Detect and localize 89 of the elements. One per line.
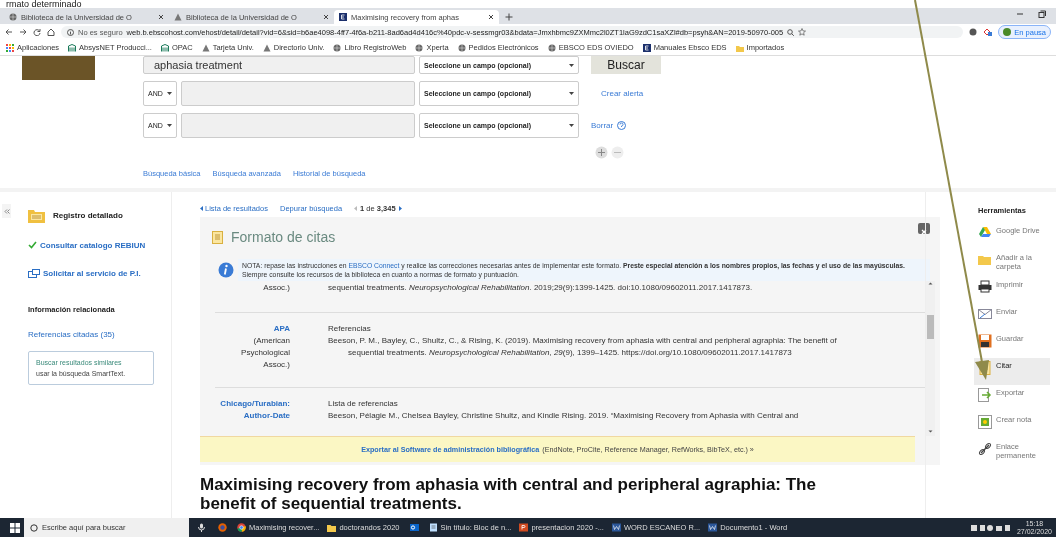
scroll-down-icon[interactable] xyxy=(927,429,934,434)
scroll-up-icon[interactable] xyxy=(927,281,934,286)
folder-icon xyxy=(978,253,992,267)
extension-icon[interactable] xyxy=(969,28,978,36)
system-tray-icons[interactable] xyxy=(970,523,1011,532)
add-row-icon[interactable] xyxy=(595,146,608,159)
chain-link-icon xyxy=(978,442,992,456)
letter-e-icon xyxy=(339,13,347,21)
folder-icon xyxy=(735,43,744,52)
restore-icon[interactable] xyxy=(1038,10,1046,18)
reload-icon[interactable] xyxy=(33,28,41,36)
globe-icon xyxy=(9,13,17,21)
citation-style-link[interactable]: Chicago/Turabian: Author-Date xyxy=(215,398,290,422)
star-icon[interactable] xyxy=(798,28,807,36)
caret-icon xyxy=(569,92,574,95)
note-icon xyxy=(978,415,992,429)
window-icon xyxy=(28,269,40,279)
powerpoint-icon xyxy=(519,523,529,532)
scrollbar[interactable] xyxy=(926,281,935,436)
article-title: Maximising recovery from aphasia with central and peripheral agraphia: The benefit of sequential treatments. xyxy=(200,475,817,513)
minimize-icon[interactable] xyxy=(1016,10,1024,18)
caret-icon xyxy=(167,92,172,95)
close-icon xyxy=(921,229,927,235)
search-field[interactable] xyxy=(181,81,415,106)
search-field[interactable] xyxy=(181,113,415,138)
check-icon xyxy=(28,241,37,249)
caret-icon xyxy=(200,206,203,211)
reference-heading: Referencias xyxy=(328,323,372,335)
word-icon xyxy=(611,523,621,532)
search-field[interactable]: aphasia treatment xyxy=(143,56,415,74)
folder-icon xyxy=(28,208,45,223)
printer-icon xyxy=(978,280,992,294)
citation-style-note: Assoc.) xyxy=(262,282,290,294)
plus-icon[interactable] xyxy=(505,13,513,21)
globe-icon xyxy=(415,43,424,52)
home-icon[interactable] xyxy=(47,28,55,36)
fox-globe-icon[interactable] xyxy=(218,523,227,532)
double-chevron-icon xyxy=(3,208,10,214)
panel-title: Formato de citas xyxy=(231,229,336,245)
reference-text: sequential treatments. Neuropsychological Rehabilitation. 2019;29(9):1399-1425. doi:10.1080/09602011.2017.1417873. xyxy=(328,282,754,294)
extension-icon[interactable] xyxy=(983,28,993,36)
library-icon xyxy=(160,43,169,52)
outlook-icon[interactable] xyxy=(409,523,419,532)
document-icon xyxy=(212,230,223,244)
caret-icon xyxy=(569,63,574,67)
next-icon[interactable] xyxy=(398,206,402,211)
clear-link[interactable]: Borrar xyxy=(591,121,614,130)
alert-link[interactable]: Crear alerta xyxy=(601,89,644,98)
close-icon[interactable] xyxy=(158,14,164,20)
export-icon xyxy=(978,388,992,402)
chrome-icon xyxy=(237,523,246,532)
notepad-icon xyxy=(428,523,438,532)
drive-icon xyxy=(978,226,992,240)
panel-title: Registro detallado xyxy=(53,211,123,220)
slide-caption: rmato determinado xyxy=(5,0,83,8)
close-icon[interactable] xyxy=(488,14,494,20)
info-icon xyxy=(218,262,234,278)
caret-icon xyxy=(569,124,574,127)
back-icon[interactable] xyxy=(5,28,13,36)
citation-style-note: (American Psychological Assoc.) xyxy=(240,335,290,371)
word-icon xyxy=(708,523,718,532)
microphone-icon[interactable] xyxy=(197,523,206,532)
search-button[interactable]: Buscar xyxy=(591,56,661,74)
action-link[interactable]: Solicitar al servicio de P.I. xyxy=(43,269,141,279)
info-icon[interactable] xyxy=(67,28,74,36)
windows-start-icon[interactable] xyxy=(10,522,20,533)
letter-e-icon xyxy=(642,43,651,52)
reference-heading: Lista de referencias xyxy=(328,398,399,410)
avatar-icon xyxy=(1003,28,1012,36)
scrollbar-thumb[interactable] xyxy=(927,315,934,339)
close-icon[interactable] xyxy=(323,14,329,20)
globe-icon xyxy=(333,43,342,52)
globe-icon xyxy=(547,43,556,52)
forward-icon[interactable] xyxy=(19,28,27,36)
library-icon xyxy=(68,43,77,52)
zoom-icon[interactable] xyxy=(787,28,795,36)
grid-icon xyxy=(6,43,14,52)
help-icon[interactable] xyxy=(617,121,627,130)
reference-text: Beeson, P. M., Bayley, C., Shultz, C., & Rising, K. (2019). Maximising recovery from aphasia with central and peripheral agraphia: The benefit of sequential treatments. Neuropsychological Rehabilitation, 29(9), 1399–1425. https://doi.org/10.1080/09602011.2017.1417873 xyxy=(328,335,838,359)
close-button[interactable] xyxy=(918,223,930,234)
action-link[interactable]: Consultar catalogo REBIUN xyxy=(40,241,146,251)
globe-icon xyxy=(457,43,466,52)
caret-icon xyxy=(167,124,172,127)
search-icon xyxy=(30,523,38,532)
envelope-icon xyxy=(978,307,992,321)
folder-icon xyxy=(327,523,337,532)
related-link[interactable]: Referencias citadas (35) xyxy=(28,330,161,339)
reference-text: Beeson, Pélagie M., Chelsea Bayley, Christine Shultz, and Kindle Rising. 2019. “Maximising Recovery from Aphasia with Central and xyxy=(328,410,800,422)
citation-style-link[interactable]: APA xyxy=(215,323,290,335)
